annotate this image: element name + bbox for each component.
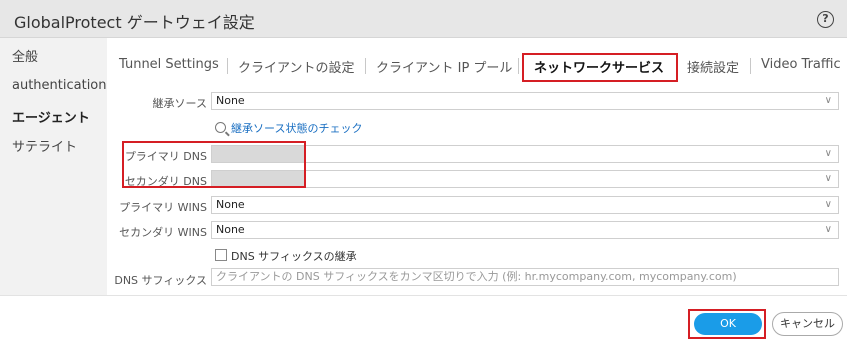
tab-separator — [365, 58, 366, 74]
chevron-down-icon: ∨ — [824, 173, 832, 184]
sidebar-item-general[interactable]: 全般 — [12, 46, 38, 65]
tab-video-traffic[interactable]: Video Traffic — [761, 57, 841, 72]
sidebar: 全般 authentication エージェント サテライト — [0, 38, 107, 295]
primary-wins-label: プライマリ WINS — [119, 201, 207, 214]
dns-suffix-inherit-label: DNS サフィックスの継承 — [231, 250, 357, 263]
chevron-down-icon: ∨ — [824, 199, 832, 210]
sidebar-item-satellite[interactable]: サテライト — [12, 136, 77, 155]
secondary-wins-select[interactable]: None ∨ — [211, 221, 839, 239]
check-inherit-source-link[interactable]: 継承ソース状態のチェック — [215, 120, 362, 136]
secondary-dns-label: セカンダリ DNS — [124, 175, 207, 188]
tab-separator — [227, 58, 228, 74]
footer-divider — [0, 295, 847, 296]
form-labels: 継承ソース プライマリ DNS セカンダリ DNS プライマリ WINS セカン… — [107, 0, 207, 349]
cancel-button[interactable]: キャンセル — [772, 312, 843, 336]
help-icon[interactable]: ? — [817, 11, 834, 28]
chevron-down-icon: ∨ — [824, 148, 832, 159]
tab-client-settings[interactable]: クライアントの設定 — [238, 57, 354, 76]
primary-dns-label: プライマリ DNS — [124, 150, 207, 163]
chevron-down-icon: ∨ — [824, 224, 832, 235]
primary-wins-select[interactable]: None ∨ — [211, 196, 839, 214]
inherit-source-label: 継承ソース — [152, 97, 207, 110]
dns-suffix-placeholder: クライアントの DNS サフィックスをカンマ区切りで入力 (例: hr.myco… — [216, 270, 737, 283]
secondary-wins-label: セカンダリ WINS — [119, 226, 207, 239]
redacted-primary-dns — [212, 146, 304, 162]
dns-suffix-inherit-checkbox[interactable] — [215, 249, 227, 261]
secondary-wins-value: None — [216, 223, 245, 236]
search-icon — [215, 122, 226, 133]
tab-connection-settings[interactable]: 接続設定 — [687, 57, 739, 76]
dns-suffix-label: DNS サフィックス — [114, 274, 207, 287]
ok-button[interactable]: OK — [694, 313, 762, 335]
check-inherit-source-text: 継承ソース状態のチェック — [231, 122, 363, 135]
tab-separator — [518, 58, 519, 74]
tab-client-ip-pool[interactable]: クライアント IP プール — [376, 57, 512, 76]
primary-dns-select[interactable]: ∨ — [211, 145, 839, 163]
tab-separator — [750, 58, 751, 74]
sidebar-item-authentication[interactable]: authentication — [12, 78, 107, 93]
dns-suffix-input[interactable]: クライアントの DNS サフィックスをカンマ区切りで入力 (例: hr.myco… — [211, 268, 839, 286]
chevron-down-icon: ∨ — [824, 95, 832, 106]
primary-wins-value: None — [216, 198, 245, 211]
sidebar-item-agent[interactable]: エージェント — [12, 107, 90, 126]
redacted-secondary-dns — [212, 171, 304, 187]
tab-network-services[interactable]: ネットワークサービス — [534, 57, 664, 76]
secondary-dns-select[interactable]: ∨ — [211, 170, 839, 188]
inherit-source-select[interactable]: None ∨ — [211, 92, 839, 110]
inherit-source-value: None — [216, 94, 245, 107]
